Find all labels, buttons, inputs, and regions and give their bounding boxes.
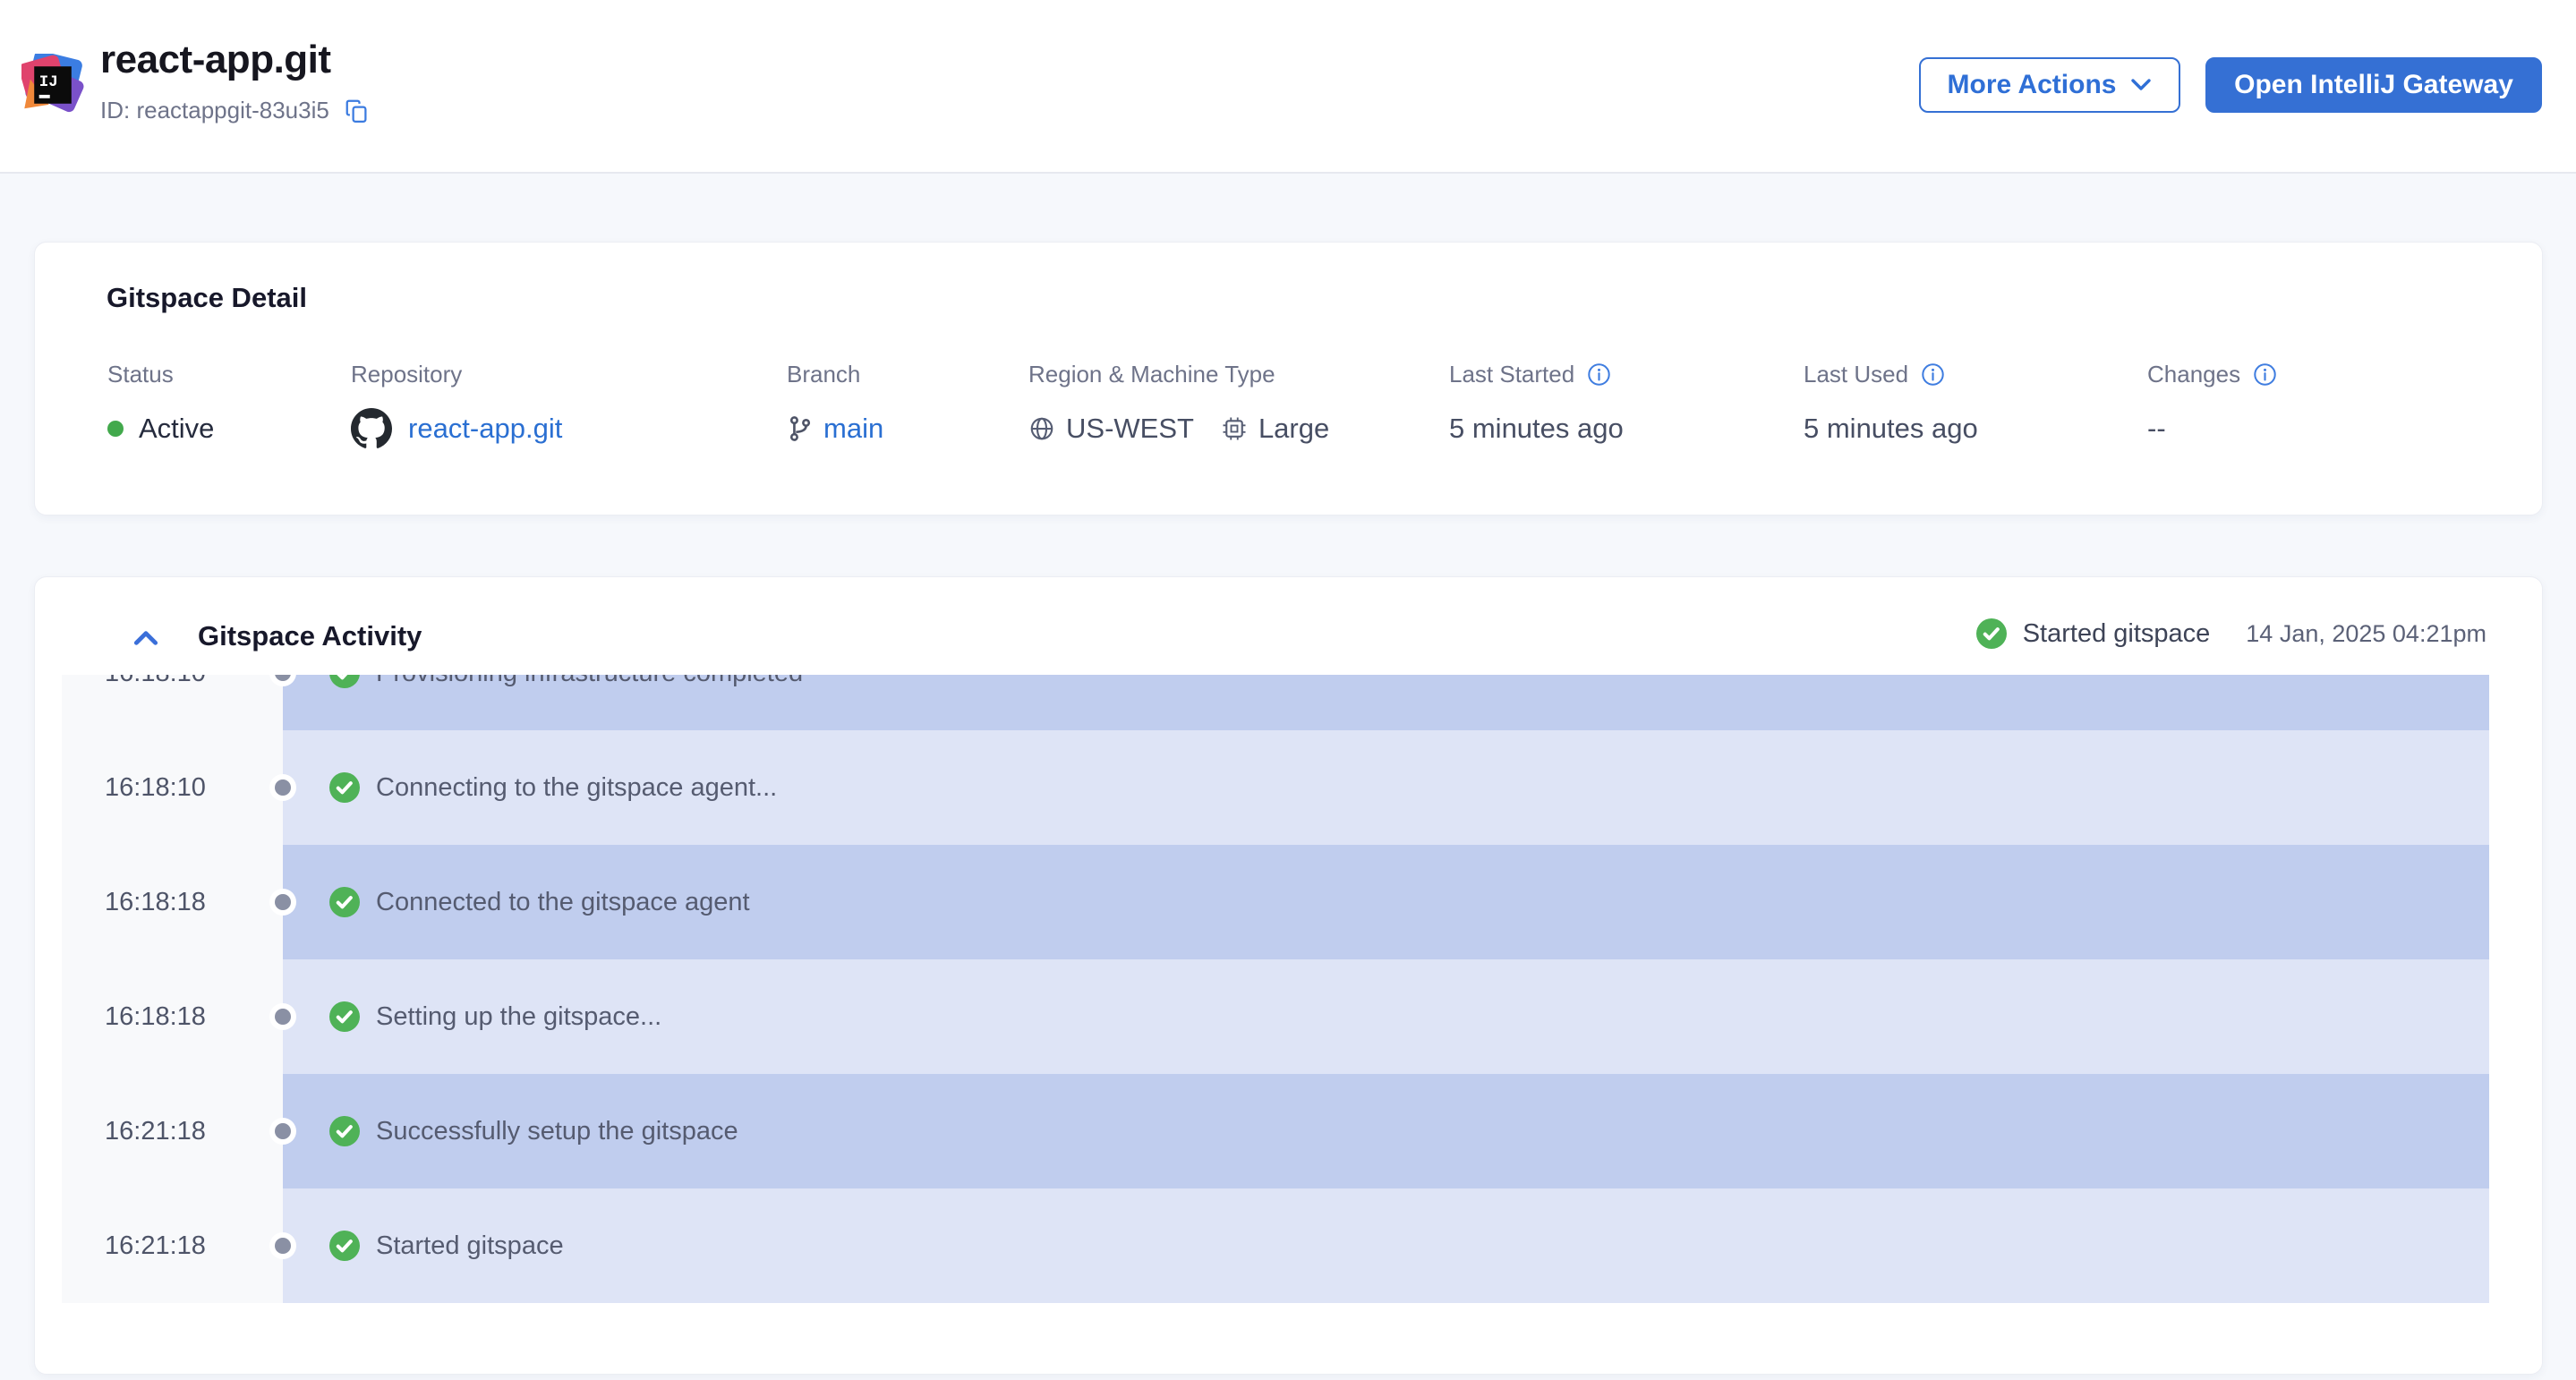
field-changes: Changes -- <box>2147 359 2277 450</box>
globe-icon <box>1028 415 1055 442</box>
activity-row-message: Provisioning infrastructure completed <box>376 675 803 688</box>
timeline-dot-icon <box>275 1238 291 1254</box>
info-icon[interactable] <box>1921 362 1945 387</box>
field-status: Status Active <box>107 359 214 450</box>
check-circle-icon <box>329 1231 360 1261</box>
timeline-dot-icon <box>275 1009 291 1025</box>
activity-row: 16:18:18 Setting up the gitspace... <box>62 959 2489 1074</box>
activity-row-time: 16:18:18 <box>62 959 283 1074</box>
activity-log-list: 16:18:10 Provisioning infrastructure com… <box>62 675 2489 1303</box>
cpu-icon <box>1221 415 1248 442</box>
last-started-label: Last Started <box>1449 361 1574 388</box>
activity-row-message: Setting up the gitspace... <box>376 1002 661 1032</box>
page-title: react-app.git <box>100 38 371 82</box>
status-active-dot-icon <box>107 421 124 437</box>
status-value: Active <box>139 413 214 445</box>
branch-link[interactable]: main <box>823 413 883 445</box>
activity-row-time: 16:21:18 <box>62 1074 283 1188</box>
header-actions: More Actions Open IntelliJ Gateway <box>1919 57 2542 113</box>
timeline-dot-icon <box>275 779 291 796</box>
activity-row-time: 16:18:18 <box>62 845 283 959</box>
check-circle-icon <box>1976 618 2007 649</box>
open-gateway-label: Open IntelliJ Gateway <box>2234 70 2513 100</box>
info-icon[interactable] <box>1587 362 1611 387</box>
last-used-value: 5 minutes ago <box>1804 407 1978 450</box>
activity-title: Gitspace Activity <box>198 620 422 652</box>
activity-row: 16:21:18 Successfully setup the gitspace <box>62 1074 2489 1188</box>
open-intellij-gateway-button[interactable]: Open IntelliJ Gateway <box>2205 57 2542 113</box>
activity-row-message: Connected to the gitspace agent <box>376 888 750 917</box>
changes-value: -- <box>2147 407 2277 450</box>
intellij-idea-icon: IJ <box>21 54 84 116</box>
activity-row-time: 16:18:10 <box>62 730 283 845</box>
copy-icon[interactable] <box>344 98 371 124</box>
last-started-value: 5 minutes ago <box>1449 407 1624 450</box>
check-circle-icon <box>329 675 360 688</box>
info-icon[interactable] <box>2253 362 2277 387</box>
activity-row-message: Started gitspace <box>376 1231 564 1261</box>
activity-row-time: 16:21:18 <box>62 1188 283 1303</box>
activity-row-time: 16:18:10 <box>62 675 283 730</box>
changes-label: Changes <box>2147 361 2240 388</box>
field-last-started: Last Started 5 minutes ago <box>1449 359 1624 450</box>
more-actions-button[interactable]: More Actions <box>1919 57 2180 113</box>
page-header: IJ react-app.git ID: reactappgit-83u3i5 … <box>0 0 2576 174</box>
gitspace-id-text: ID: reactappgit-83u3i5 <box>100 97 329 124</box>
activity-status-badge: Started gitspace 14 Jan, 2025 04:21pm <box>1976 618 2486 649</box>
machine-type-value: Large <box>1258 413 1329 445</box>
field-repository: Repository react-app.git <box>351 359 562 450</box>
gitspace-activity-card: Gitspace Activity Started gitspace 14 Ja… <box>34 576 2543 1375</box>
activity-timestamp: 14 Jan, 2025 04:21pm <box>2246 620 2486 648</box>
activity-row-message: Successfully setup the gitspace <box>376 1117 738 1146</box>
chevron-down-icon <box>2130 78 2152 92</box>
activity-row: 16:21:18 Started gitspace <box>62 1188 2489 1303</box>
activity-row-message: Connecting to the gitspace agent... <box>376 773 777 803</box>
svg-text:IJ: IJ <box>39 73 58 91</box>
last-used-label: Last Used <box>1804 361 1908 388</box>
status-label: Status <box>107 359 214 389</box>
gitspace-detail-card: Gitspace Detail Status Active Repository… <box>34 242 2543 515</box>
timeline-dot-icon <box>275 1123 291 1139</box>
check-circle-icon <box>329 887 360 917</box>
activity-row: 16:18:10 Connecting to the gitspace agen… <box>62 730 2489 845</box>
branch-label: Branch <box>787 359 883 389</box>
check-circle-icon <box>329 1116 360 1146</box>
machine-group: Large <box>1221 413 1329 445</box>
chevron-up-icon[interactable] <box>132 624 160 652</box>
region-machine-label: Region & Machine Type <box>1028 359 1329 389</box>
check-circle-icon <box>329 1001 360 1032</box>
activity-log-scroll-area[interactable]: 16:18:10 Provisioning infrastructure com… <box>62 675 2489 1303</box>
timeline-dot-icon <box>275 894 291 910</box>
title-block: react-app.git ID: reactappgit-83u3i5 <box>100 38 371 124</box>
field-region-machine: Region & Machine Type US-WEST Large <box>1028 359 1329 450</box>
detail-card-title: Gitspace Detail <box>107 282 307 314</box>
region-value: US-WEST <box>1066 413 1194 445</box>
git-branch-icon <box>787 415 814 442</box>
repository-link[interactable]: react-app.git <box>408 413 562 445</box>
check-circle-icon <box>329 772 360 803</box>
field-branch: Branch main <box>787 359 883 450</box>
repository-label: Repository <box>351 359 562 389</box>
github-icon <box>351 408 392 449</box>
field-last-used: Last Used 5 minutes ago <box>1804 359 1978 450</box>
activity-row: 16:18:10 Provisioning infrastructure com… <box>62 675 2489 730</box>
activity-row: 16:18:18 Connected to the gitspace agent <box>62 845 2489 959</box>
activity-status-label: Started gitspace <box>2023 619 2211 649</box>
more-actions-label: More Actions <box>1948 70 2117 100</box>
region-group: US-WEST <box>1028 413 1194 445</box>
